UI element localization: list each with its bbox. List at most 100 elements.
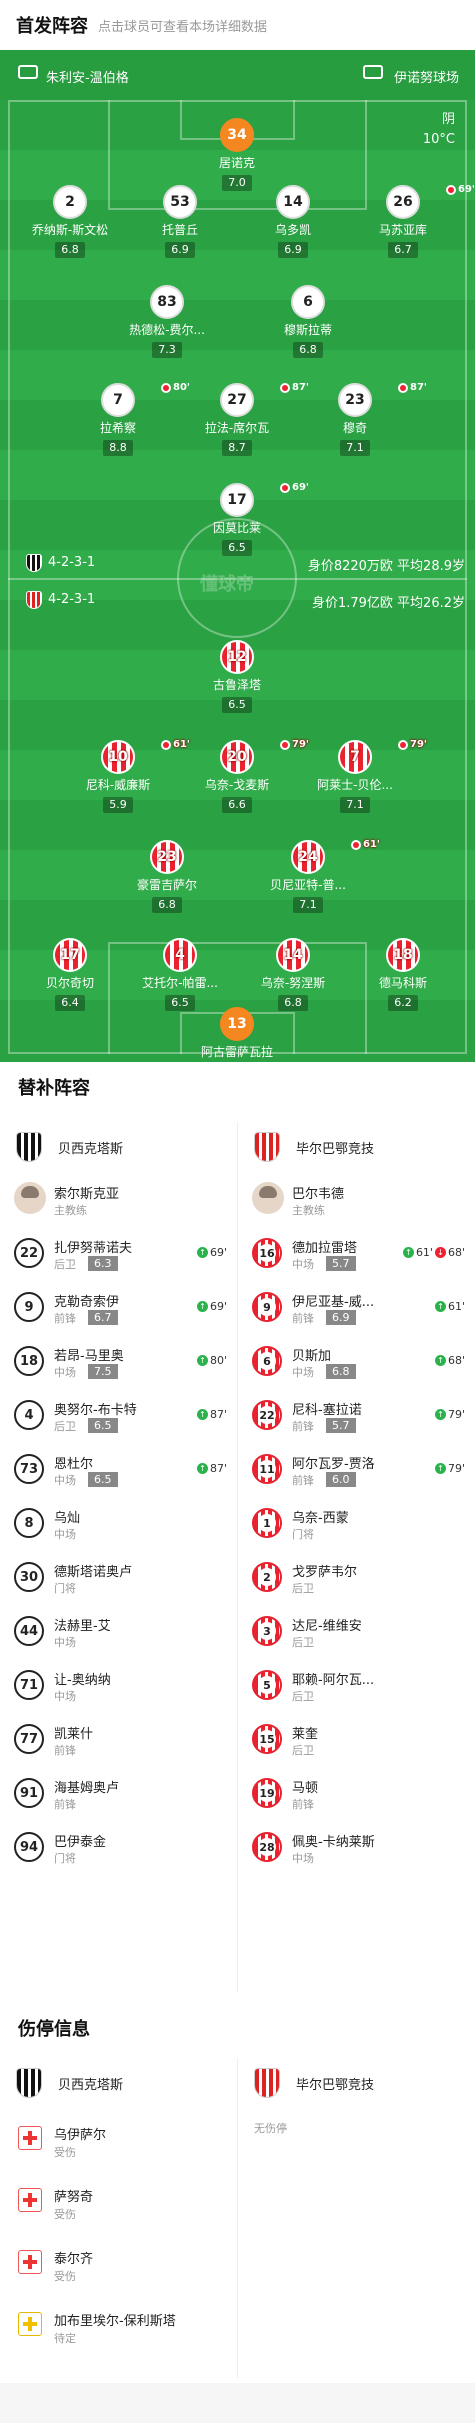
sub-player-row[interactable]: 22 扎伊努蒂诺夫 后卫 6.3 ↑ 69' bbox=[0, 1226, 237, 1280]
pitch-player[interactable]: 2 乔纳斯-斯文松 6.8 bbox=[20, 185, 120, 258]
away-team-row[interactable]: 毕尔巴鄂竞技 bbox=[238, 1122, 475, 1172]
pitch-player[interactable]: 23 豪雷吉萨尔 6.8 bbox=[117, 840, 217, 913]
player-name: 德马科斯 bbox=[378, 976, 427, 990]
player-rating: 8.7 bbox=[222, 440, 252, 456]
sub-in-icon: ↑ bbox=[434, 1301, 446, 1312]
shirt-number: 20 79' bbox=[220, 739, 309, 774]
sub-in-icon: ↑ bbox=[196, 1247, 208, 1258]
away-coach[interactable]: 巴尔韦德 主教练 bbox=[238, 1172, 475, 1226]
sub-player-row[interactable]: 71 让-奥纳纳 中场 bbox=[0, 1658, 237, 1712]
pitch-player[interactable]: 34 居诺克 7.0 bbox=[187, 118, 287, 191]
player-position: 前锋 bbox=[292, 1798, 314, 1811]
team-bar: 朱利安-温伯格 伊诺努球场 bbox=[0, 50, 475, 100]
sub-player-row[interactable]: 19 马顿 前锋 bbox=[238, 1766, 475, 1820]
pitch-player[interactable]: 83 热德松-费尔... 7.3 bbox=[117, 285, 217, 358]
player-name: 萨努奇 bbox=[54, 2190, 94, 2205]
sub-player-row[interactable]: 22 尼科-塞拉诺 前锋 5.7 ↑ 79' bbox=[238, 1388, 475, 1442]
home-team-name: 贝西克塔斯 bbox=[58, 1141, 124, 1157]
shirt-number: 94 bbox=[14, 1832, 44, 1862]
player-name: 恩杜尔 bbox=[54, 1457, 94, 1472]
pitch-player[interactable]: 14 乌多凯 6.9 bbox=[243, 185, 343, 258]
sub-player-row[interactable]: 6 贝斯加 中场 6.8 ↑ 68' bbox=[238, 1334, 475, 1388]
sub-player-row[interactable]: 73 恩杜尔 中场 6.5 ↑ 87' bbox=[0, 1442, 237, 1496]
sub-player-row[interactable]: 4 奥努尔-布卡特 后卫 6.5 ↑ 87' bbox=[0, 1388, 237, 1442]
pitch-player[interactable]: 24 61' 贝尼亚特-普... 7.1 bbox=[258, 839, 380, 913]
sub-player-row[interactable]: 77 凯莱什 前锋 bbox=[0, 1712, 237, 1766]
sub-player-row[interactable]: 94 巴伊泰金 门将 bbox=[0, 1820, 237, 1874]
shirt-number: 16 bbox=[252, 1238, 282, 1268]
pitch-player[interactable]: 23 87' 穆奇 7.1 bbox=[305, 382, 427, 456]
injured-player-row[interactable]: 泰尔齐 受伤 bbox=[0, 2232, 237, 2294]
player-name: 热德松-费尔... bbox=[129, 323, 205, 337]
pitch-player[interactable]: 13阿古雷萨瓦拉6.6 bbox=[187, 1007, 287, 1062]
sub-player-row[interactable]: 1 乌奈-西蒙 门将 bbox=[238, 1496, 475, 1550]
pitch-player[interactable]: 4 艾托尔-帕雷... 6.5 bbox=[130, 938, 230, 1011]
sub-player-row[interactable]: 91 海基姆奥卢 前锋 bbox=[0, 1766, 237, 1820]
player-name: 贝尼亚特-普... bbox=[270, 878, 346, 892]
pitch-player[interactable]: 53 托普丘 6.9 bbox=[130, 185, 230, 258]
pitch-player[interactable]: 14 乌奈-努涅斯 6.8 bbox=[243, 938, 343, 1011]
player-name: 戈罗萨韦尔 bbox=[292, 1565, 358, 1580]
sub-in-icon: ↑ bbox=[434, 1463, 446, 1474]
sub-player-row[interactable]: 9 伊尼亚基-威... 前锋 6.9 ↑ 61' bbox=[238, 1280, 475, 1334]
sub-player-row[interactable]: 11 阿尔瓦罗-贾洛 前锋 6.0 ↑ 79' bbox=[238, 1442, 475, 1496]
shirt-number: 17 bbox=[53, 938, 87, 972]
sub-player-row[interactable]: 8 乌灿 中场 bbox=[0, 1496, 237, 1550]
pitch-player[interactable]: 10 61' 尼科-威廉斯 5.9 bbox=[68, 739, 190, 813]
substitution-icon bbox=[280, 739, 290, 750]
home-stadium: 朱利安-温伯格 bbox=[46, 71, 129, 86]
pitch-player[interactable]: 27 87' 拉法-席尔瓦 8.7 bbox=[187, 382, 309, 456]
sub-player-row[interactable]: 28 佩奥-卡纳莱斯 中场 bbox=[238, 1820, 475, 1874]
sub-player-row[interactable]: 15 莱奎 后卫 bbox=[238, 1712, 475, 1766]
pitch-player[interactable]: 7 80' 拉希察 8.8 bbox=[68, 382, 190, 456]
sub-player-row[interactable]: 18 若昂-马里奥 中场 7.5 ↑ 80' bbox=[0, 1334, 237, 1388]
section-subtitle: 点击球员可查看本场详细数据 bbox=[98, 19, 268, 35]
sub-player-row[interactable]: 44 法赫里-艾 中场 bbox=[0, 1604, 237, 1658]
pitch-player[interactable]: 7 79' 阿莱士-贝伦... 7.1 bbox=[305, 739, 427, 813]
shirt-number: 22 bbox=[14, 1238, 44, 1268]
pitch-player[interactable]: 6 穆斯拉蒂 6.8 bbox=[258, 285, 358, 358]
pitch-player[interactable]: 18 德马科斯 6.2 bbox=[353, 938, 453, 1011]
player-name: 扎伊努蒂诺夫 bbox=[54, 1241, 133, 1256]
sub-player-row[interactable]: 2 戈罗萨韦尔 后卫 bbox=[238, 1550, 475, 1604]
pitch-player[interactable]: 20 79' 乌奈-戈麦斯 6.6 bbox=[187, 739, 309, 813]
substitution-icon bbox=[280, 382, 290, 393]
coach-name: 索尔斯克亚 bbox=[54, 1187, 120, 1202]
pitch-player[interactable]: 17 69' 因莫比莱 6.5 bbox=[187, 482, 309, 556]
away-team-row[interactable]: 毕尔巴鄂竞技 bbox=[238, 2058, 475, 2108]
sub-time: ↑ 61' ↓ 68' bbox=[402, 1246, 465, 1259]
shirt-number: 26 69' bbox=[386, 184, 475, 219]
pitch-player[interactable]: 12 古鲁泽塔 6.5 bbox=[187, 640, 287, 713]
player-rating: 7.1 bbox=[340, 440, 370, 456]
injured-player-row[interactable]: 加布里埃尔-保利斯塔 待定 bbox=[0, 2294, 237, 2356]
home-coach[interactable]: 索尔斯克亚 主教练 bbox=[0, 1172, 237, 1226]
home-team-row[interactable]: 贝西克塔斯 bbox=[0, 1122, 237, 1172]
substitution-icon bbox=[161, 739, 171, 750]
section-title: 首发阵容 bbox=[16, 16, 88, 37]
sub-player-row[interactable]: 5 耶赖-阿尔瓦... 后卫 bbox=[238, 1658, 475, 1712]
sub-player-row[interactable]: 30 德斯塔诺奥卢 门将 bbox=[0, 1550, 237, 1604]
sub-player-row[interactable]: 16 德加拉雷塔 中场 5.7 ↑ 61' ↓ 68' bbox=[238, 1226, 475, 1280]
pitch-player[interactable]: 17 贝尔奇切 6.4 bbox=[20, 938, 120, 1011]
sub-in-icon: ↑ bbox=[402, 1247, 414, 1258]
player-position: 前锋 bbox=[292, 1420, 314, 1433]
pitch-player[interactable]: 26 69' 马苏亚库 6.7 bbox=[353, 184, 475, 258]
medical-cross-icon bbox=[18, 2188, 42, 2212]
shirt-number: 4 bbox=[163, 938, 197, 972]
injured-player-row[interactable]: 萨努奇 受伤 bbox=[0, 2170, 237, 2232]
home-subs: 贝西克塔斯 索尔斯克亚 主教练 22 扎伊努蒂诺夫 后卫 6.3 ↑ 69' 9 克勒奇索伊前… bbox=[0, 1122, 237, 1874]
home-team-row[interactable]: 贝西克塔斯 bbox=[0, 2058, 237, 2108]
player-name: 德斯塔诺奥卢 bbox=[54, 1565, 133, 1580]
player-name: 乔纳斯-斯文松 bbox=[31, 223, 109, 237]
weather: 阴 10°C bbox=[423, 110, 455, 150]
away-formation: 4-2-3-1 身价1.79亿欧 平均26.2岁 bbox=[0, 590, 475, 611]
player-position: 后卫 bbox=[54, 1258, 76, 1271]
shirt-number: 91 bbox=[14, 1778, 44, 1808]
sub-in-icon: ↑ bbox=[434, 1409, 446, 1420]
player-position: 中场 bbox=[54, 1528, 76, 1541]
player-name: 法赫里-艾 bbox=[54, 1619, 111, 1634]
sub-player-row[interactable]: 9 克勒奇索伊 前锋 6.7 ↑ 69' bbox=[0, 1280, 237, 1334]
injured-player-row[interactable]: 乌伊萨尔 受伤 bbox=[0, 2108, 237, 2170]
sub-player-row[interactable]: 3 达尼-维维安 后卫 bbox=[238, 1604, 475, 1658]
player-events: 79' bbox=[398, 739, 427, 750]
